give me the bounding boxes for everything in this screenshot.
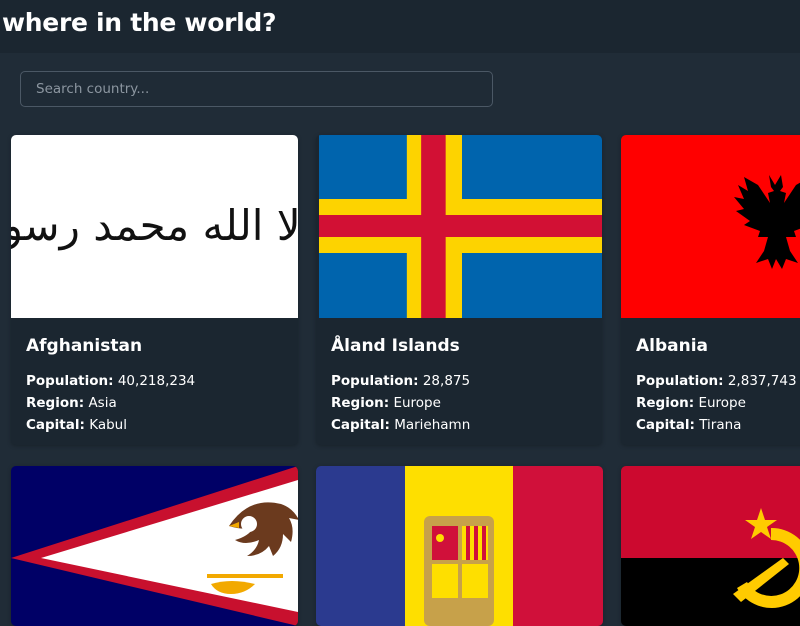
- population-row: Population: 2,837,743: [636, 373, 797, 389]
- coat-of-arms-icon: [424, 516, 494, 626]
- population-value: 40,218,234: [117, 373, 196, 389]
- region-row: Region: Europe: [331, 395, 441, 411]
- capital-value: Tirana: [699, 417, 742, 433]
- capital-value: Mariehamn: [394, 417, 471, 433]
- population-row: Population: 28,875: [331, 373, 471, 389]
- region-value: Europe: [393, 395, 441, 411]
- flag-andorra: [316, 466, 603, 626]
- population-value: 28,875: [422, 373, 471, 389]
- search-input[interactable]: [21, 72, 492, 106]
- country-name: Åland Islands: [331, 336, 460, 356]
- region-row: Region: Europe: [636, 395, 746, 411]
- page-title: where in the world?: [2, 8, 277, 37]
- country-card-american-samoa[interactable]: [11, 466, 298, 626]
- country-card-aland-islands[interactable]: Åland Islands Population: 28,875 Region:…: [316, 135, 602, 445]
- country-name: Afghanistan: [26, 336, 143, 356]
- region-row: Region: Asia: [26, 395, 117, 411]
- flag-script: لا إله إلا الله محمد رسول الله: [11, 201, 298, 251]
- region-value: Europe: [698, 395, 746, 411]
- flag-afghanistan: لا إله إلا الله محمد رسول الله: [11, 135, 298, 318]
- flag-aland-islands: [319, 135, 602, 318]
- flag-angola: [621, 466, 800, 626]
- search-box[interactable]: [20, 71, 493, 107]
- country-card-afghanistan[interactable]: لا إله إلا الله محمد رسول الله Afghanist…: [11, 135, 298, 445]
- country-card-albania[interactable]: Albania Population: 2,837,743 Region: Eu…: [621, 135, 800, 445]
- capital-row: Capital: Mariehamn: [331, 417, 471, 433]
- capital-value: Kabul: [89, 417, 127, 433]
- country-name: Albania: [636, 336, 709, 356]
- country-card-andorra[interactable]: [316, 466, 603, 626]
- site-header: where in the world?: [0, 0, 800, 53]
- capital-row: Capital: Kabul: [26, 417, 127, 433]
- population-row: Population: 40,218,234: [26, 373, 196, 389]
- region-value: Asia: [88, 395, 117, 411]
- population-value: 2,837,743: [727, 373, 797, 389]
- flag-albania: [621, 135, 800, 318]
- flag-american-samoa: [11, 466, 298, 626]
- country-card-angola[interactable]: [621, 466, 800, 626]
- capital-row: Capital: Tirana: [636, 417, 742, 433]
